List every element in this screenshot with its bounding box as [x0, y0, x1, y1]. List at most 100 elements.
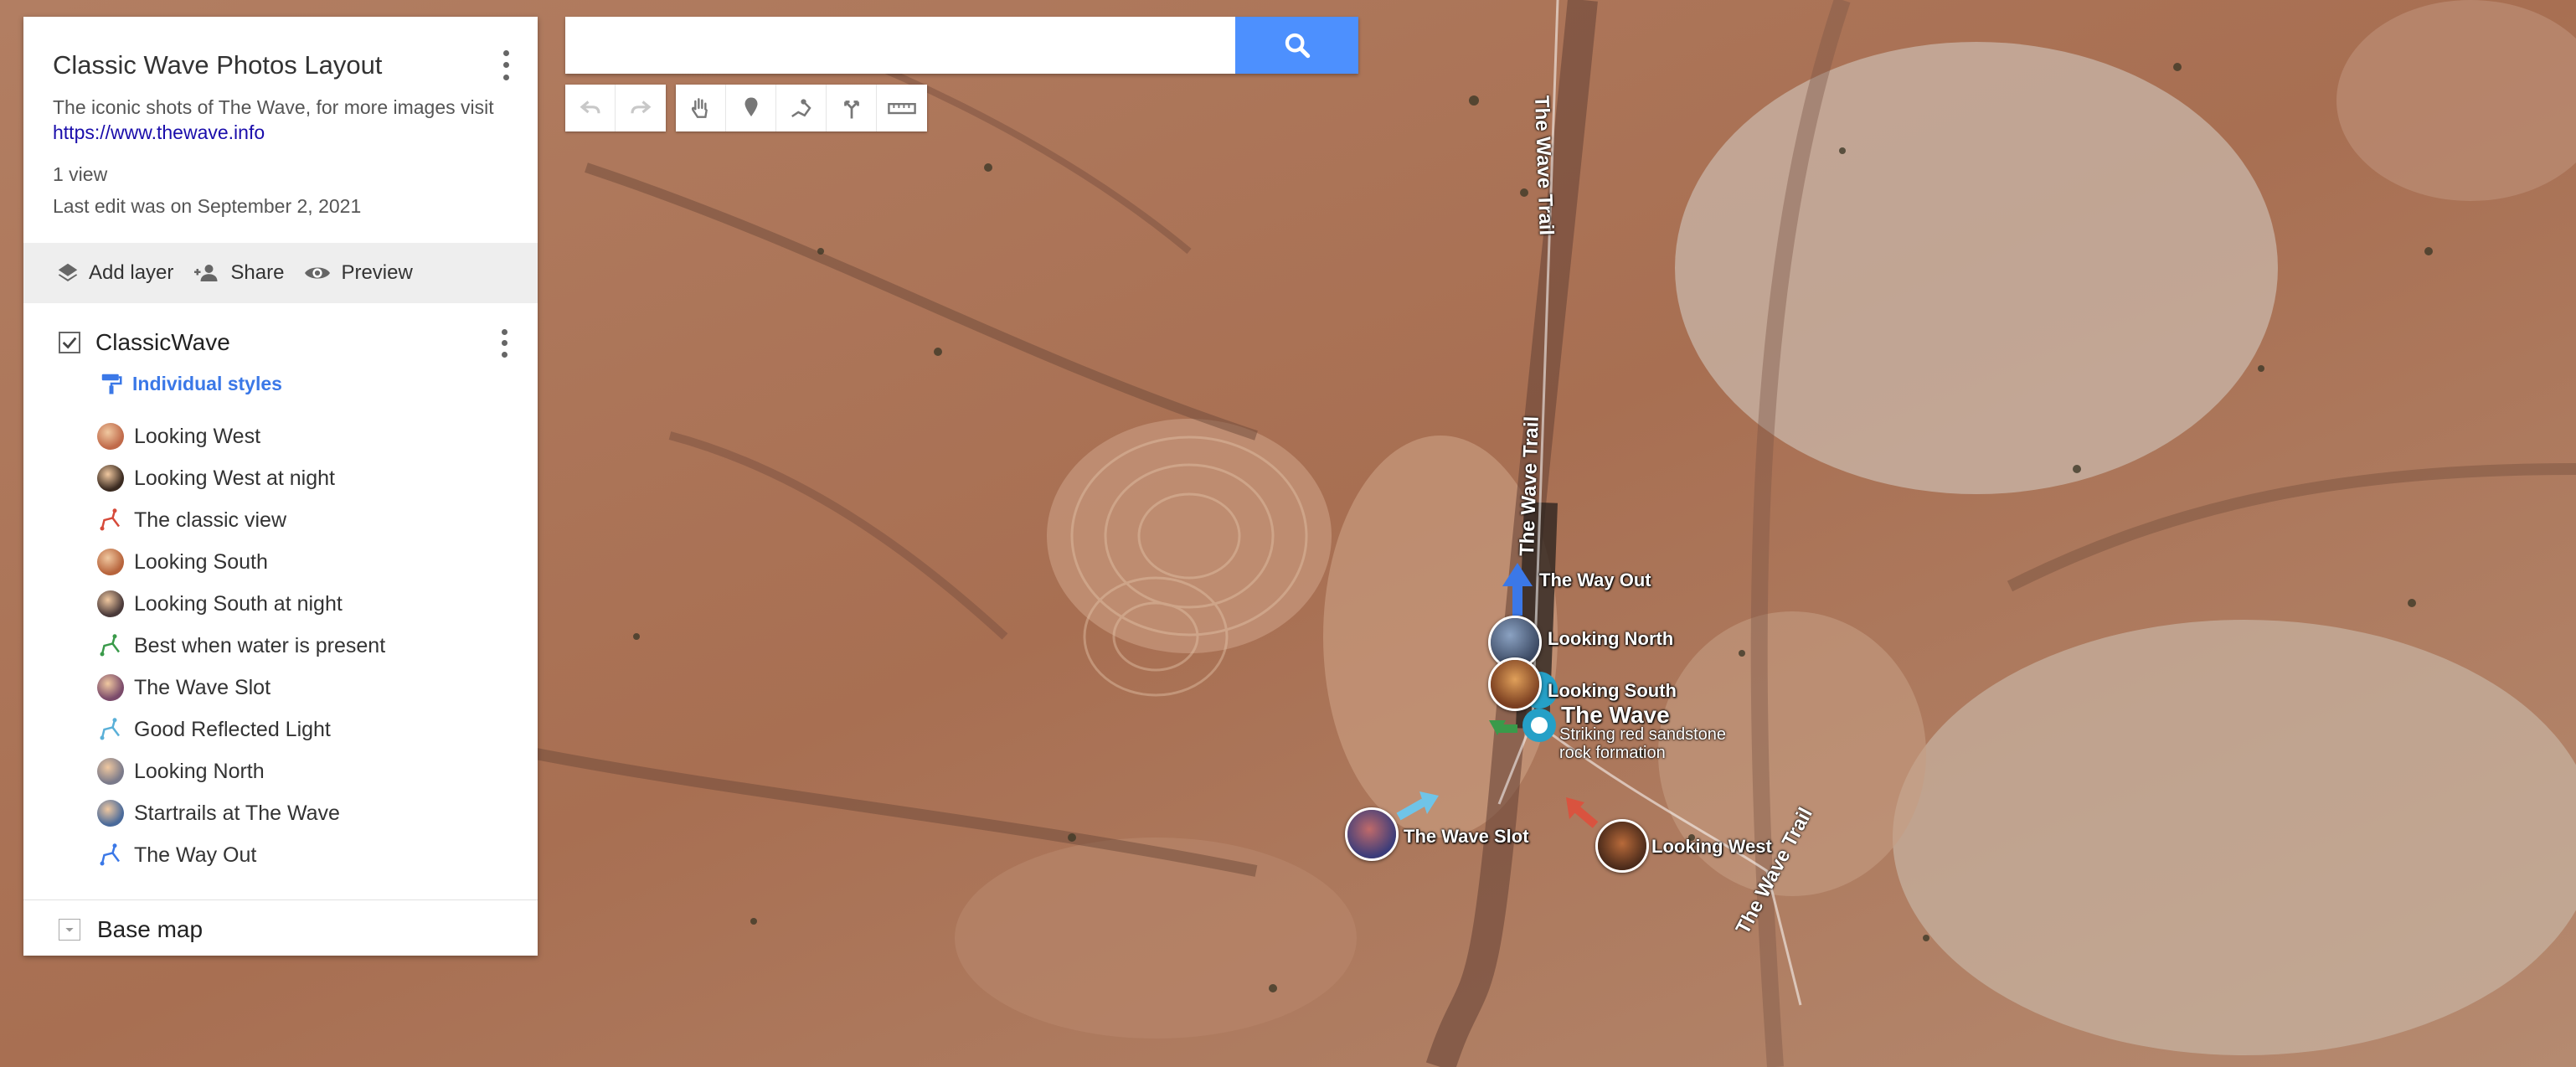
add-directions-button[interactable] [827, 85, 877, 131]
preview-button[interactable]: Preview [302, 260, 413, 286]
layer-item[interactable]: Looking West [23, 415, 538, 457]
redo-icon [631, 101, 652, 114]
photo-marker-the-wave-slot[interactable] [1345, 807, 1399, 861]
draw-line-button[interactable] [776, 85, 827, 131]
photo-thumb-icon [97, 423, 124, 450]
add-layer-label: Add layer [89, 261, 174, 284]
preview-label: Preview [341, 261, 413, 284]
photo-thumb-icon [97, 590, 124, 617]
base-map-label: Base map [97, 916, 204, 942]
layer-item-label: Looking South at night [134, 591, 343, 616]
view-count: 1 view [53, 163, 108, 185]
undo-icon [580, 101, 600, 114]
photo-thumb-icon [97, 465, 124, 492]
share-label: Share [230, 261, 285, 284]
last-edit-info: Last edit was on September 2, 2021 [53, 195, 362, 217]
the-wave-description-line: Striking red sandstone [1559, 725, 1727, 744]
layer-item-label: The Way Out [134, 843, 257, 867]
map-title[interactable]: Classic Wave Photos Layout [53, 50, 511, 80]
layer-item-label: Startrails at The Wave [134, 801, 340, 825]
undo-button[interactable] [565, 85, 616, 131]
the-wave-description-line: rock formation [1559, 744, 1666, 762]
map-description-link[interactable]: https://www.thewave.info [53, 121, 265, 143]
layer-item-label: Best when water is present [134, 633, 386, 657]
map-label-the-wave-slot: The Wave Slot [1404, 826, 1529, 847]
photo-marker-looking-south[interactable] [1488, 657, 1542, 711]
search-icon [1285, 33, 1310, 59]
layer-item[interactable]: Looking South [23, 541, 538, 583]
layer-item[interactable]: Good Reflected Light [23, 709, 538, 750]
map-options-menu-button[interactable] [494, 47, 518, 84]
map-info: Classic Wave Photos Layout The iconic sh… [23, 17, 538, 243]
map-search-box [565, 17, 1358, 74]
layer-header: ClassicWave [23, 313, 538, 372]
add-layer-button[interactable]: Add layer [55, 260, 173, 286]
layers-icon [58, 263, 78, 281]
map-toolbar [565, 85, 937, 131]
kebab-dot [502, 75, 509, 81]
layer-item-label: The Wave Slot [134, 675, 271, 699]
chevron-down-icon [65, 928, 74, 932]
panel-actions: Add layer Share Preview [23, 243, 538, 303]
pan-button[interactable] [676, 85, 726, 131]
marker-icon [744, 97, 757, 116]
drawing-tools [676, 85, 927, 131]
search-button[interactable] [1235, 17, 1358, 74]
kebab-dot [502, 49, 509, 56]
map-label-looking-north: Looking North [1548, 628, 1674, 649]
check-icon [62, 337, 77, 349]
eye-icon [305, 267, 331, 279]
base-map-expand-toggle[interactable] [59, 919, 80, 941]
kebab-dot [501, 329, 507, 336]
redo-button[interactable] [616, 85, 666, 131]
layer-style-selector[interactable]: Individual styles [23, 367, 538, 400]
photo-thumb-icon [97, 549, 124, 575]
layer-item-label: Looking West [134, 424, 261, 448]
layer-name[interactable]: ClassicWave [95, 329, 230, 356]
photo-thumb-icon [97, 800, 124, 827]
trail-label: The Wave Trail [1516, 415, 1543, 557]
line-route-icon [97, 716, 124, 743]
share-button[interactable]: Share [192, 260, 284, 286]
layer-item-label: Looking South [134, 549, 268, 574]
photo-thumb-icon [97, 758, 124, 785]
hand-icon [691, 98, 708, 118]
map-label-looking-south: Looking South [1548, 680, 1677, 701]
layer-item[interactable]: Looking North [23, 750, 538, 792]
base-map-row[interactable]: Base map [23, 900, 538, 959]
history-tools [565, 85, 666, 131]
map-legend-panel: Classic Wave Photos Layout The iconic sh… [23, 17, 538, 956]
individual-styles-label: Individual styles [132, 372, 282, 394]
line-route-icon [97, 842, 124, 869]
map-description[interactable]: The iconic shots of The Wave, for more i… [53, 95, 511, 145]
layer-item[interactable]: Looking South at night [23, 583, 538, 625]
layer-item[interactable]: The Way Out [23, 834, 538, 876]
map-label-looking-west: Looking West [1651, 836, 1772, 857]
layer-visibility-checkbox[interactable] [59, 332, 80, 353]
ruler-icon [888, 103, 916, 115]
layer-item-label: The classic view [134, 508, 286, 532]
search-input[interactable] [565, 17, 1235, 74]
trail-label: The Wave Trail [1530, 95, 1558, 236]
directions-icon [843, 101, 859, 119]
layer-item-label: Good Reflected Light [134, 717, 331, 741]
layer-item[interactable]: Startrails at The Wave [23, 792, 538, 834]
measure-button[interactable] [877, 85, 927, 131]
map-label-the-way-out: The Way Out [1539, 570, 1651, 590]
layer-item-label: Looking North [134, 759, 265, 783]
kebab-dot [501, 340, 507, 347]
kebab-dot [502, 62, 509, 69]
add-marker-button[interactable] [726, 85, 776, 131]
layer-item[interactable]: Best when water is present [23, 625, 538, 667]
map-label-the-wave-description: Striking red sandstone rock formation [1559, 725, 1726, 762]
kebab-dot [501, 351, 507, 358]
layer-item[interactable]: The Wave Slot [23, 667, 538, 709]
layer-options-menu-button[interactable] [496, 327, 513, 360]
layer-item-label: Looking West at night [134, 466, 335, 490]
layer-item[interactable]: The classic view [23, 499, 538, 541]
draw-line-icon [791, 99, 811, 118]
photo-marker-looking-west[interactable] [1595, 819, 1649, 873]
layer-item[interactable]: Looking West at night [23, 457, 538, 499]
line-route-icon [97, 632, 124, 659]
photo-thumb-icon [97, 674, 124, 701]
